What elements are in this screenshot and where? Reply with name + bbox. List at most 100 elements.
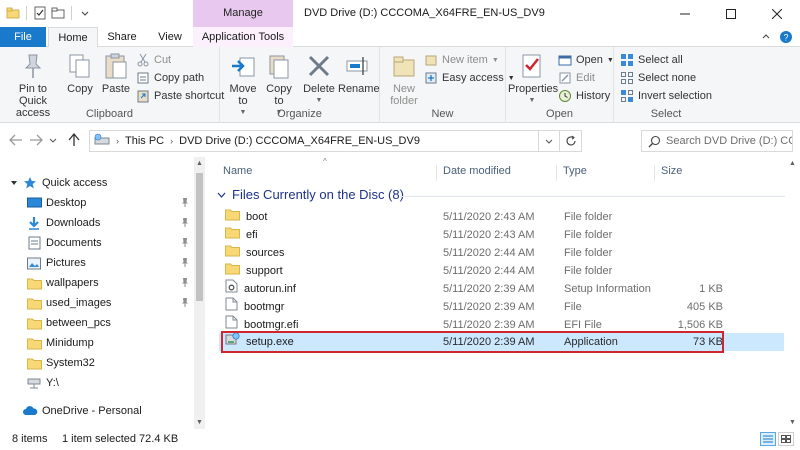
properties-icon[interactable] xyxy=(33,6,47,20)
nav-item-y-drive[interactable]: Y:\ xyxy=(26,373,194,393)
pin-icon[interactable] xyxy=(180,277,190,290)
column-header-name[interactable]: Name xyxy=(217,165,437,181)
forward-button[interactable] xyxy=(28,132,44,148)
file-date: 5/11/2020 2:43 AM xyxy=(443,211,535,223)
open-icon xyxy=(558,53,572,67)
nav-item-between-pcs[interactable]: between_pcs xyxy=(26,313,194,333)
pin-icon[interactable] xyxy=(180,237,190,250)
rename-icon xyxy=(342,51,374,81)
nav-item-label: Desktop xyxy=(46,197,87,209)
nav-item-downloads[interactable]: Downloads xyxy=(26,213,194,233)
copy-path-button[interactable]: Copy path xyxy=(136,69,204,87)
paste-button[interactable]: Paste xyxy=(98,51,134,95)
tab-share[interactable]: Share xyxy=(100,27,144,47)
tab-application-tools[interactable]: Application Tools xyxy=(193,27,293,47)
tab-home[interactable]: Home xyxy=(48,27,98,48)
properties-button[interactable]: Properties ▼ xyxy=(508,51,558,107)
help-icon[interactable]: ? xyxy=(778,30,794,44)
pin-icon[interactable] xyxy=(180,217,190,230)
paste-icon xyxy=(100,51,132,81)
up-button[interactable] xyxy=(66,132,82,148)
selection-highlight-annotation xyxy=(221,331,724,353)
new-item-button[interactable]: New item ▼ xyxy=(424,51,499,69)
nav-item-system32[interactable]: System32 xyxy=(26,353,194,373)
chevron-down-icon xyxy=(10,175,18,191)
nav-scrollbar-thumb[interactable] xyxy=(196,173,203,301)
column-header-type[interactable]: Type xyxy=(557,165,655,181)
tab-view[interactable]: View xyxy=(148,27,192,47)
minimize-button[interactable] xyxy=(662,0,708,27)
delete-button[interactable]: Delete ▼ xyxy=(302,51,336,107)
search-input[interactable]: Search DVD Drive (D:) CC... xyxy=(641,130,793,152)
collapse-ribbon-icon[interactable] xyxy=(758,30,774,44)
group-header-label: Files Currently on the Disc (8) xyxy=(232,187,404,202)
scroll-down-icon[interactable]: ▼ xyxy=(789,419,796,426)
nav-quick-access[interactable]: Quick access xyxy=(10,173,194,193)
nav-item-documents[interactable]: Documents xyxy=(26,233,194,253)
new-folder-icon[interactable] xyxy=(51,6,65,20)
nav-item-used-images[interactable]: used_images xyxy=(26,293,194,313)
history-icon xyxy=(558,89,572,103)
file-list-scrollbar[interactable]: ▲ ▼ xyxy=(784,157,800,429)
group-divider xyxy=(400,196,785,197)
invert-selection-button[interactable]: Invert selection xyxy=(620,87,712,105)
paste-shortcut-button[interactable]: Paste shortcut xyxy=(136,87,224,105)
large-icons-view-button[interactable] xyxy=(778,432,794,446)
cut-button[interactable]: Cut xyxy=(136,51,171,69)
breadcrumb-this-pc[interactable]: This PC xyxy=(125,135,164,147)
table-row[interactable]: bootmgr 5/11/2020 2:39 AM File 405 KB xyxy=(219,297,784,316)
selection-info: 1 item selected 72.4 KB xyxy=(62,433,179,445)
scroll-down-icon[interactable]: ▼ xyxy=(196,419,203,426)
new-item-label: New item xyxy=(442,54,488,66)
copy-icon xyxy=(64,51,96,81)
properties-icon xyxy=(516,51,548,81)
back-button[interactable] xyxy=(8,132,24,148)
column-header-date-modified[interactable]: Date modified xyxy=(437,165,557,181)
customize-toolbar-icon[interactable] xyxy=(78,6,92,20)
table-row[interactable]: sources 5/11/2020 2:44 AM File folder xyxy=(219,244,784,262)
edit-icon xyxy=(558,71,572,85)
nav-onedrive[interactable]: OneDrive - Personal xyxy=(10,401,194,421)
address-row: › This PC › DVD Drive (D:) CCCOMA_X64FRE… xyxy=(0,123,800,157)
address-dropdown-button[interactable] xyxy=(538,130,560,152)
pin-icon[interactable] xyxy=(180,297,190,310)
dropdown-arrow-icon: ▼ xyxy=(528,97,536,104)
nav-item-pictures[interactable]: Pictures xyxy=(26,253,194,273)
file-type: Setup Information xyxy=(564,283,651,295)
table-row[interactable]: efi 5/11/2020 2:43 AM File folder xyxy=(219,226,784,244)
refresh-button[interactable] xyxy=(560,130,582,152)
maximize-button[interactable] xyxy=(708,0,754,27)
column-header-size[interactable]: Size xyxy=(655,165,735,181)
easy-access-button[interactable]: Easy access ▼ xyxy=(424,69,515,87)
select-all-button[interactable]: Select all xyxy=(620,51,683,69)
open-button[interactable]: Open ▼ xyxy=(558,51,614,69)
pin-icon[interactable] xyxy=(180,257,190,270)
group-header[interactable]: Files Currently on the Disc (8) xyxy=(217,187,404,202)
edit-button[interactable]: Edit xyxy=(558,69,595,87)
nav-item-wallpapers[interactable]: wallpapers xyxy=(26,273,194,293)
address-bar[interactable]: › This PC › DVD Drive (D:) CCCOMA_X64FRE… xyxy=(89,130,539,152)
nav-item-minidump[interactable]: Minidump xyxy=(26,333,194,353)
close-button[interactable] xyxy=(754,0,800,27)
chevron-right-icon xyxy=(10,403,18,419)
history-button[interactable]: History xyxy=(558,87,610,105)
scroll-up-icon[interactable]: ▲ xyxy=(196,160,203,167)
tab-file[interactable]: File xyxy=(0,27,46,47)
select-none-button[interactable]: Select none xyxy=(620,69,696,87)
scroll-up-icon[interactable]: ▲ xyxy=(789,160,796,167)
downloads-icon xyxy=(26,215,42,231)
rename-button[interactable]: Rename xyxy=(338,51,380,95)
file-size: 1 KB xyxy=(699,283,723,295)
manage-contextual-tab: Manage xyxy=(193,0,293,27)
copy-button[interactable]: Copy xyxy=(64,51,96,95)
table-row[interactable]: boot 5/11/2020 2:43 AM File folder xyxy=(219,208,784,226)
nav-scrollbar[interactable]: ▲ ▼ xyxy=(194,157,205,429)
table-row[interactable]: autorun.inf 5/11/2020 2:39 AM Setup Info… xyxy=(219,279,784,298)
pin-icon[interactable] xyxy=(180,197,190,210)
recent-locations-button[interactable] xyxy=(48,132,58,148)
details-view-button[interactable] xyxy=(760,432,776,446)
table-row[interactable]: support 5/11/2020 2:44 AM File folder xyxy=(219,262,784,280)
nav-item-desktop[interactable]: Desktop xyxy=(26,193,194,213)
breadcrumb-dvd-drive[interactable]: DVD Drive (D:) CCCOMA_X64FRE_EN-US_DV9 xyxy=(179,135,420,147)
new-folder-button[interactable]: New folder xyxy=(384,51,424,107)
